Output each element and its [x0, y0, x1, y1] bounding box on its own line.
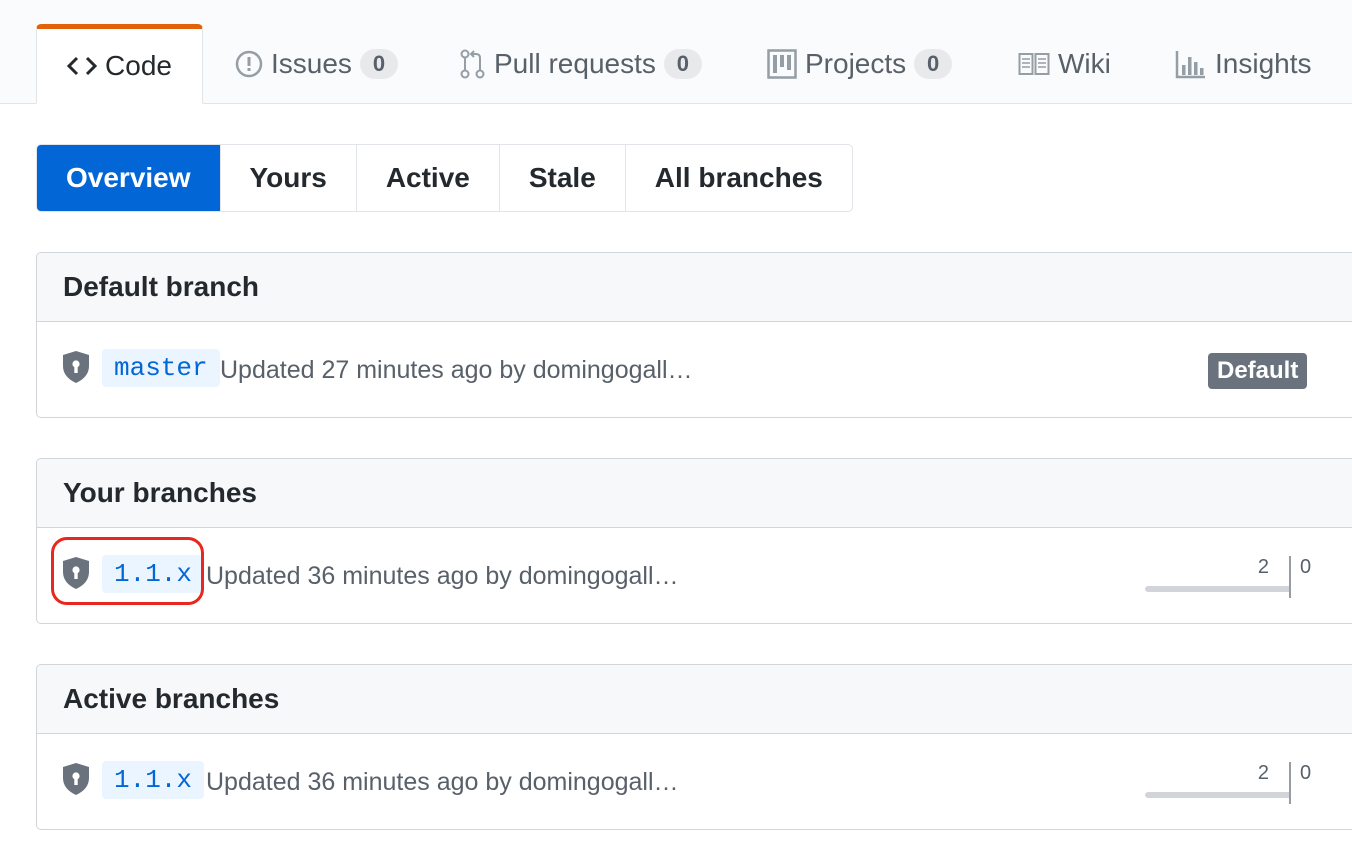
active-branches-box: Active branches 1.1.x Updated 36 minutes…	[36, 664, 1352, 830]
ahead-behind-graph: 2 0	[1145, 762, 1315, 804]
tab-issues-label: Issues	[271, 47, 352, 79]
branches-subnav: Overview Yours Active Stale All branches	[36, 144, 853, 212]
ahead-behind-graph: 2 0	[1145, 556, 1315, 598]
branch-row: master Updated 27 minutes ago by domingo…	[37, 322, 1352, 417]
tab-pull-requests-label: Pull requests	[494, 47, 656, 79]
projects-counter: 0	[914, 48, 953, 79]
behind-count: 2	[1257, 762, 1269, 784]
active-branches-header: Active branches	[37, 665, 1352, 734]
subnav-active[interactable]: Active	[355, 145, 499, 211]
behind-bar	[1145, 586, 1289, 592]
tab-projects[interactable]: Projects 0	[767, 24, 953, 103]
subnav-all-branches[interactable]: All branches	[624, 145, 852, 211]
tab-wiki[interactable]: Wiki	[1018, 24, 1111, 103]
branch-name-link[interactable]: 1.1.x	[102, 761, 205, 799]
shield-lock-icon	[61, 762, 91, 801]
tab-wiki-label: Wiki	[1058, 47, 1111, 79]
tab-code[interactable]: Code	[36, 24, 203, 104]
shield-lock-icon	[61, 350, 91, 389]
default-badge: Default	[1208, 353, 1308, 389]
default-branch-box: Default branch master Updated 27 minutes…	[36, 252, 1352, 418]
branch-updated-text: Updated 36 minutes ago by domingogall…	[206, 768, 679, 796]
ahead-behind-divider	[1289, 762, 1291, 804]
tab-insights[interactable]: Insights	[1175, 24, 1312, 103]
behind-bar	[1145, 792, 1289, 798]
ahead-behind-divider	[1289, 556, 1291, 598]
issue-icon	[235, 50, 263, 78]
graph-icon	[1175, 49, 1207, 79]
issues-counter: 0	[359, 48, 398, 79]
pull-requests-counter: 0	[663, 48, 702, 79]
tab-code-label: Code	[105, 50, 172, 81]
code-icon	[67, 55, 98, 77]
tab-pull-requests[interactable]: Pull requests 0	[460, 24, 702, 103]
branch-name-link[interactable]: master	[102, 349, 220, 387]
book-icon	[1018, 52, 1050, 76]
default-branch-header: Default branch	[37, 253, 1352, 322]
ahead-count: 0	[1300, 556, 1312, 578]
ahead-count: 0	[1300, 762, 1312, 784]
subnav-stale[interactable]: Stale	[498, 145, 625, 211]
subnav-yours[interactable]: Yours	[219, 145, 356, 211]
pull-request-icon	[460, 49, 486, 79]
your-branches-box: Your branches 1.1.x Updated 36 minutes a…	[36, 458, 1352, 624]
branch-updated-text: Updated 36 minutes ago by domingogall…	[206, 562, 679, 590]
repo-nav: Code Issues 0 Pull requests 0 Projects 0…	[0, 0, 1352, 104]
behind-count: 2	[1257, 556, 1269, 578]
tab-insights-label: Insights	[1215, 47, 1312, 79]
branch-updated-text: Updated 27 minutes ago by domingogall…	[220, 356, 693, 384]
branch-row: 1.1.x Updated 36 minutes ago by domingog…	[37, 734, 1352, 829]
project-icon	[767, 48, 797, 79]
annotation-highlight	[51, 537, 204, 605]
branch-row: 1.1.x Updated 36 minutes ago by domingog…	[37, 528, 1352, 623]
tab-projects-label: Projects	[805, 47, 907, 79]
subnav-overview[interactable]: Overview	[37, 145, 220, 211]
tab-issues[interactable]: Issues 0	[235, 24, 398, 103]
your-branches-header: Your branches	[37, 459, 1352, 528]
